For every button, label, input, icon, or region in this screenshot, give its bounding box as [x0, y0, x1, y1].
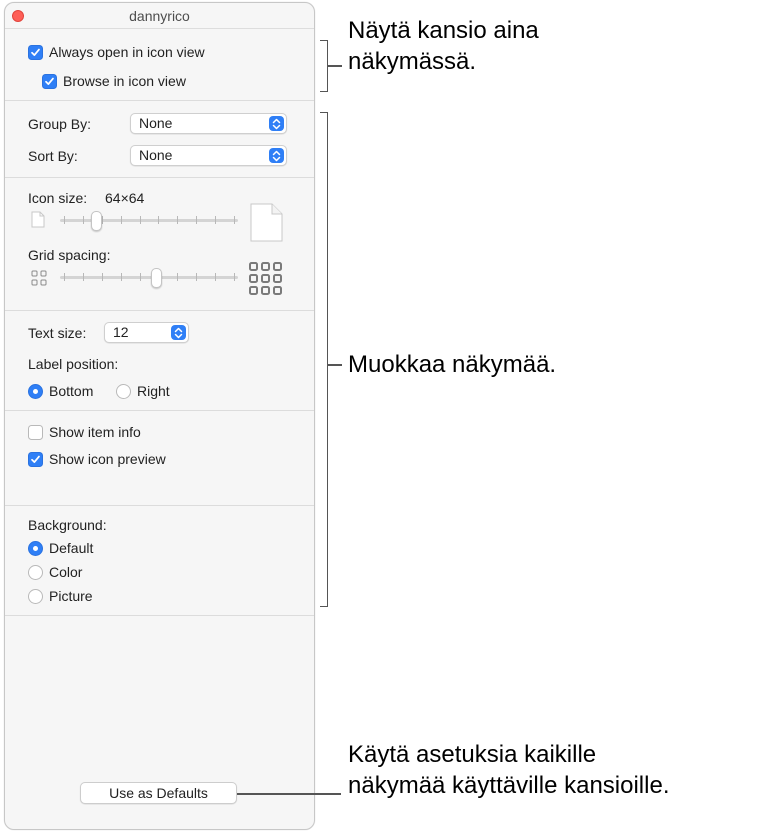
label-position-bottom-radio[interactable] [28, 383, 43, 399]
slider-knob[interactable] [90, 211, 102, 231]
text-size-popup[interactable]: 12 [104, 322, 189, 343]
slider-tick [177, 216, 179, 224]
slider-tick [215, 216, 217, 224]
title-bar: dannyrico [5, 3, 314, 29]
section-divider [5, 410, 314, 411]
view-options-window: dannyrico Always open in icon view Brows… [4, 2, 315, 830]
slider-tick [101, 273, 103, 281]
show-item-info-checkbox[interactable] [28, 424, 43, 440]
slider-tick [215, 273, 217, 281]
background-color-radio[interactable] [28, 564, 43, 580]
background-default-row[interactable]: Default [28, 540, 93, 556]
checkmark-icon [31, 48, 40, 56]
group-by-label: Group By: [28, 116, 92, 132]
browse-label: Browse in icon view [63, 73, 186, 89]
callout-middle: Muokkaa näkymää. [348, 349, 556, 380]
slider-tick [139, 273, 141, 281]
section-divider [5, 615, 314, 616]
callout-bottom: Käytä asetuksia kaikille näkymää käyttäv… [348, 739, 669, 801]
small-grid-icon [31, 270, 47, 286]
sort-by-popup[interactable]: None [130, 145, 287, 166]
text-size-label: Text size: [28, 325, 87, 341]
slider-tick [82, 273, 84, 281]
slider-tick [158, 216, 160, 224]
large-grid-icon [249, 262, 282, 295]
slider-knob[interactable] [151, 268, 163, 288]
callout-line-bottom [237, 793, 341, 795]
show-item-info-row[interactable]: Show item info [28, 424, 141, 440]
section-divider [5, 310, 314, 311]
sort-by-value: None [139, 147, 173, 163]
callout-top-line-2: näkymässä. [348, 48, 477, 75]
background-default-label: Default [49, 540, 94, 556]
sort-by-label: Sort By: [28, 148, 78, 164]
popup-arrows-icon [171, 325, 186, 340]
callout-middle-line-1: Muokkaa näkymää. [348, 351, 557, 378]
icon-size-label: Icon size: [28, 190, 88, 206]
label-position-right-radio[interactable] [116, 383, 131, 399]
always-open-row[interactable]: Always open in icon view [28, 44, 205, 60]
slider-tick [234, 216, 235, 224]
background-picture-label: Picture [49, 588, 93, 604]
show-icon-preview-row[interactable]: Show icon preview [28, 451, 166, 467]
icon-size-value: 64×64 [105, 190, 145, 206]
label-position-label: Label position: [28, 356, 119, 372]
slider-tick [139, 216, 141, 224]
label-position-right-label: Right [137, 383, 170, 399]
slider-tick [196, 216, 198, 224]
slider-tick [177, 273, 179, 281]
background-label: Background: [28, 517, 107, 533]
callout-top: Näytä kansio aina näkymässä. [348, 15, 539, 77]
callout-line-top [328, 65, 342, 67]
text-size-value: 12 [113, 324, 129, 340]
background-picture-radio[interactable] [28, 588, 43, 604]
background-picture-row[interactable]: Picture [28, 588, 93, 604]
show-item-info-label: Show item info [49, 424, 141, 440]
callout-bottom-line-2: näkymää käyttäville kansioille. [348, 772, 670, 799]
callout-top-line-1: Näytä kansio aina [348, 17, 539, 44]
group-by-popup[interactable]: None [130, 113, 287, 134]
slider-tick [101, 216, 103, 224]
slider-tick [120, 216, 122, 224]
window-title: dannyrico [129, 8, 190, 24]
label-position-bottom-row[interactable]: Bottom [28, 383, 93, 399]
group-by-value: None [139, 115, 173, 131]
callout-line-middle [328, 364, 342, 366]
checkmark-icon [31, 455, 40, 463]
slider-tick [64, 273, 65, 281]
always-open-checkbox[interactable] [28, 44, 43, 60]
slider-tick [120, 273, 122, 281]
checkmark-icon [45, 77, 54, 85]
large-document-icon [250, 203, 283, 242]
section-divider [5, 100, 314, 101]
popup-arrows-icon [269, 116, 284, 131]
slider-tick [64, 216, 65, 224]
callout-bracket-middle [320, 112, 328, 607]
background-default-radio[interactable] [28, 540, 43, 556]
slider-tick [196, 273, 198, 281]
label-position-bottom-label: Bottom [49, 383, 94, 399]
section-divider [5, 505, 314, 506]
callout-bracket-top [320, 40, 328, 92]
popup-arrows-icon [269, 148, 284, 163]
section-divider [5, 177, 314, 178]
always-open-label: Always open in icon view [49, 44, 205, 60]
use-as-defaults-button[interactable]: Use as Defaults [80, 782, 237, 804]
browse-checkbox[interactable] [42, 73, 57, 89]
background-color-row[interactable]: Color [28, 564, 82, 580]
browse-row[interactable]: Browse in icon view [42, 73, 186, 89]
callout-bottom-line-1: Käytä asetuksia kaikille [348, 741, 597, 768]
show-icon-preview-label: Show icon preview [49, 451, 166, 467]
slider-tick [234, 273, 235, 281]
background-color-label: Color [49, 564, 83, 580]
slider-tick [82, 216, 84, 224]
small-document-icon [31, 211, 45, 228]
grid-spacing-label: Grid spacing: [28, 247, 111, 263]
show-icon-preview-checkbox[interactable] [28, 451, 43, 467]
label-position-right-row[interactable]: Right [116, 383, 170, 399]
